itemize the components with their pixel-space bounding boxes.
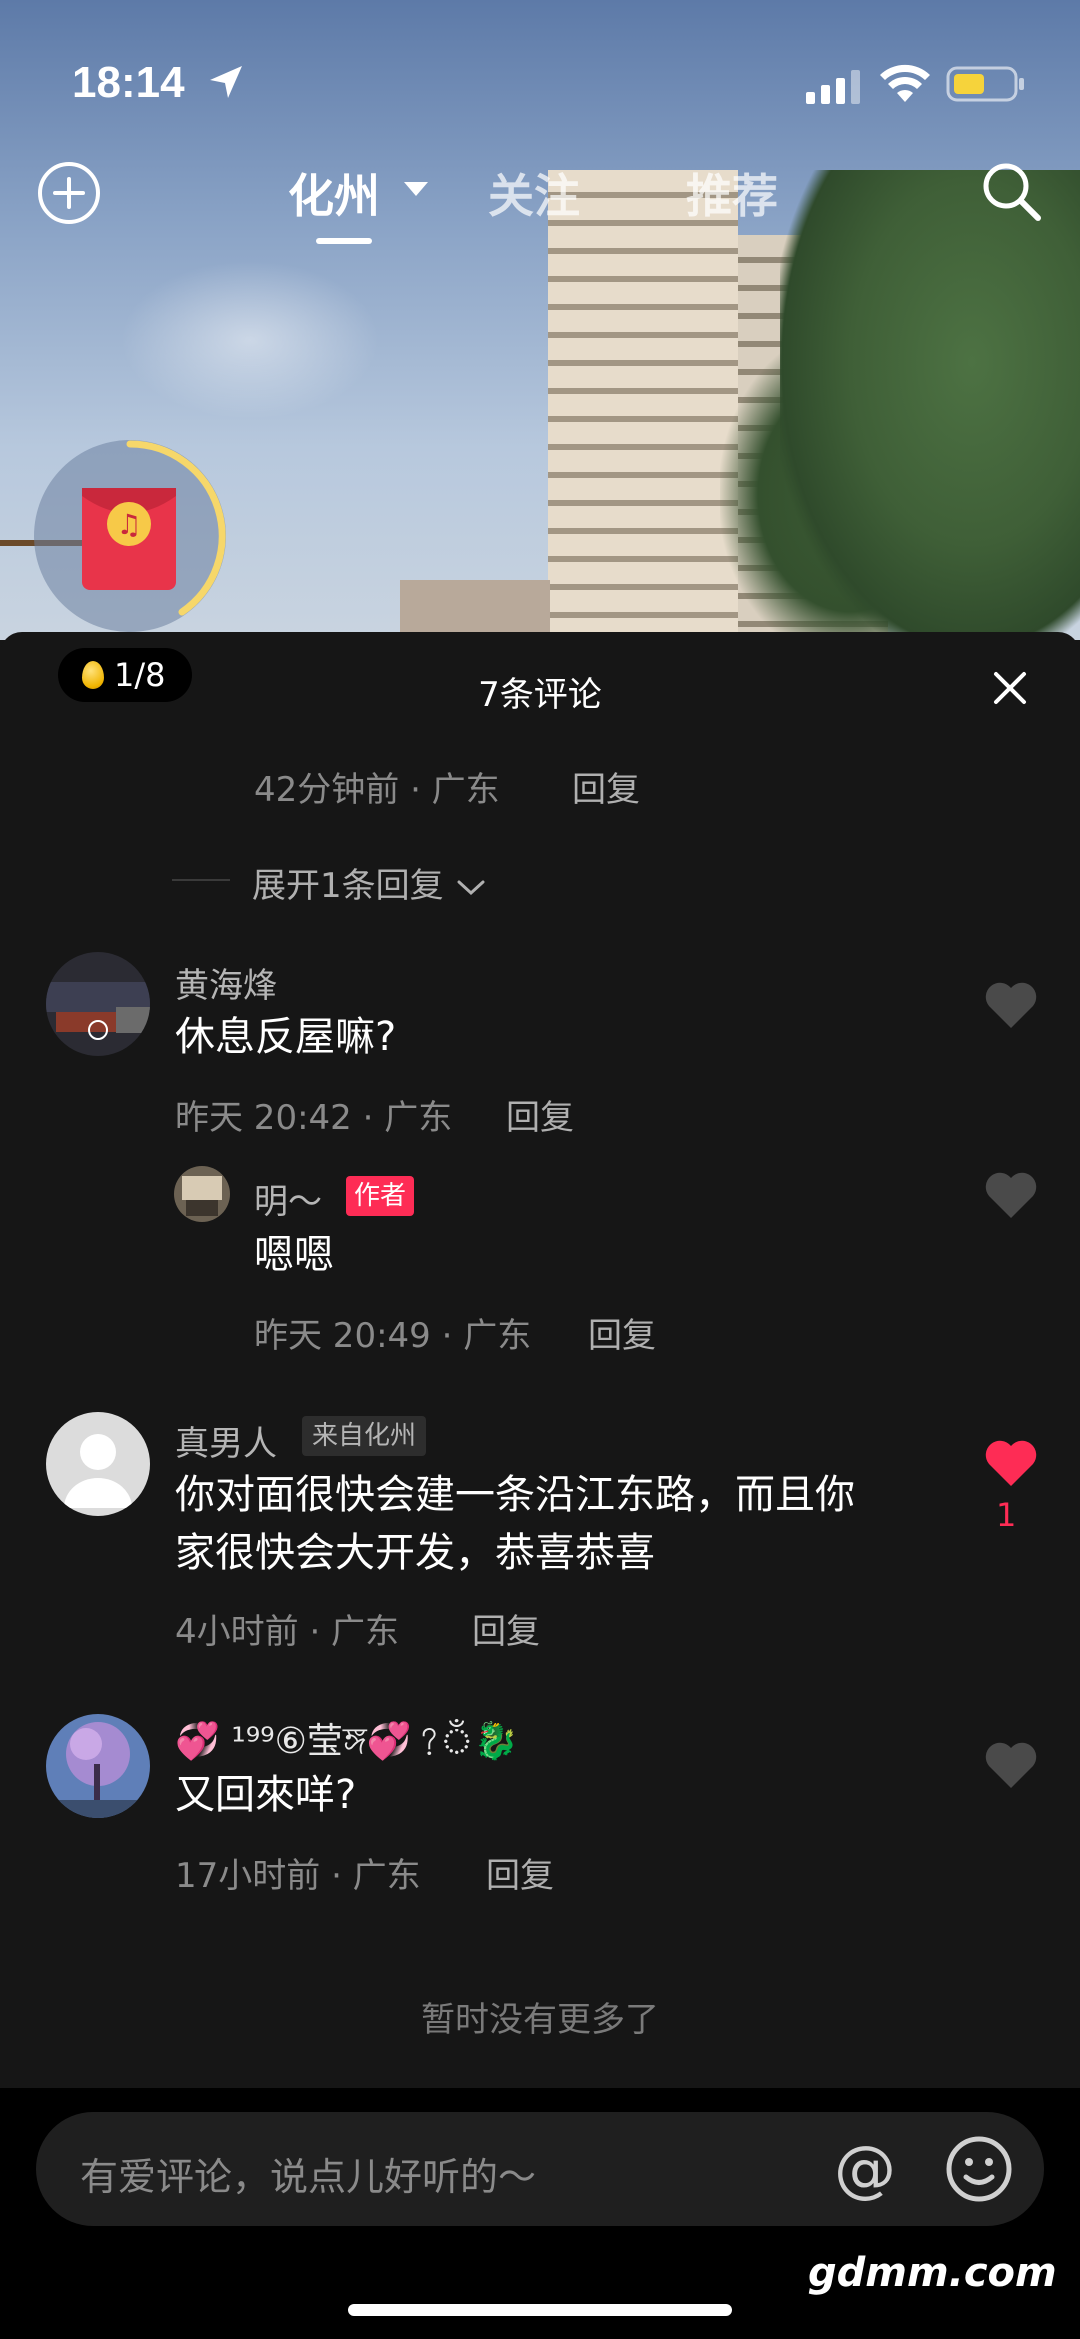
default-avatar[interactable] — [46, 1412, 150, 1516]
search-icon[interactable] — [978, 158, 1044, 224]
avatar[interactable] — [174, 1166, 230, 1222]
cellular-signal-icon — [806, 70, 860, 104]
active-tab-indicator — [316, 238, 372, 244]
caret-down-icon[interactable] — [404, 182, 428, 198]
reply-button[interactable]: 回复 — [486, 1848, 554, 1897]
comment-meta: 昨天 20:42 · 广东 — [175, 1098, 453, 1138]
building-tower — [548, 170, 738, 640]
like-heart-icon[interactable] — [984, 1170, 1038, 1220]
tab-recommend[interactable]: 推荐 — [686, 160, 778, 226]
comment-text: 又回來咩? — [175, 1772, 357, 1818]
location-arrow-icon — [210, 66, 242, 98]
avatar[interactable] — [46, 952, 150, 1056]
no-more-comments-label: 暂时没有更多了 — [421, 2000, 659, 2040]
reply-button[interactable]: 回复 — [588, 1308, 656, 1357]
comment-text: 休息反屋嘛? — [175, 1014, 397, 1060]
comment-username[interactable]: 💞 ¹⁹⁹⑥莹ঙ্গ💞?ঁ🐉 — [175, 1712, 518, 1774]
mention-at-button[interactable]: @ — [832, 2136, 898, 2202]
tab-following[interactable]: 关注 — [488, 160, 580, 226]
comment-username[interactable]: 黄海烽 — [175, 958, 277, 1007]
reply-meta: 昨天 20:49 · 广东 — [254, 1316, 532, 1356]
tab-local[interactable]: 化州 — [288, 160, 380, 226]
author-badge: 作者 — [346, 1176, 415, 1216]
trees — [780, 170, 1080, 640]
comment-input-placeholder[interactable]: 有爱评论，说点儿好听的～ — [80, 2146, 536, 2201]
comment-text-line-2: 家很快会大开发，恭喜恭喜 — [175, 1530, 655, 1576]
watermark: gdmm.com — [808, 2250, 1057, 2296]
expand-divider — [172, 879, 230, 881]
comment-username[interactable]: 真男人 — [175, 1416, 277, 1465]
expand-replies-button[interactable]: 展开1条回复 — [252, 858, 488, 907]
close-icon[interactable] — [990, 668, 1030, 708]
avatar[interactable] — [46, 1714, 150, 1818]
sky-cloud — [120, 260, 380, 420]
expand-replies-label: 展开1条回复 — [252, 866, 444, 906]
status-time: 18:14 — [72, 58, 185, 107]
comment-meta: 42分钟前 · 广东 — [254, 770, 500, 810]
reply-button[interactable]: 回复 — [506, 1090, 574, 1139]
home-indicator[interactable] — [348, 2304, 732, 2316]
comment-meta: 4小时前 · 广东 — [175, 1612, 400, 1652]
like-heart-icon[interactable] — [984, 1740, 1038, 1790]
reply-username[interactable]: 明～ — [254, 1174, 322, 1223]
chevron-down-icon — [457, 880, 485, 895]
wifi-icon — [880, 64, 930, 102]
location-badge: 来自化州 — [302, 1416, 427, 1456]
comment-meta: 17小时前 · 广东 — [175, 1856, 421, 1896]
svg-text:♫: ♫ — [116, 508, 141, 541]
emoji-icon[interactable] — [944, 2134, 1014, 2204]
like-count: 1 — [996, 1496, 1017, 1534]
reply-button[interactable]: 回复 — [472, 1604, 540, 1653]
comment-count-title: 7条评论 — [478, 675, 602, 715]
red-packet-timer[interactable]: ♫ — [32, 438, 228, 634]
add-circle-icon[interactable] — [36, 160, 102, 226]
liked-heart-icon[interactable] — [984, 1438, 1038, 1488]
reply-button[interactable]: 回复 — [572, 762, 640, 811]
reply-text: 嗯嗯 — [254, 1232, 334, 1278]
like-heart-icon[interactable] — [984, 980, 1038, 1030]
battery-icon — [946, 66, 1024, 102]
comment-text-line-1: 你对面很快会建一条沿江东路，而且你 — [175, 1472, 855, 1518]
building-low — [400, 580, 550, 640]
